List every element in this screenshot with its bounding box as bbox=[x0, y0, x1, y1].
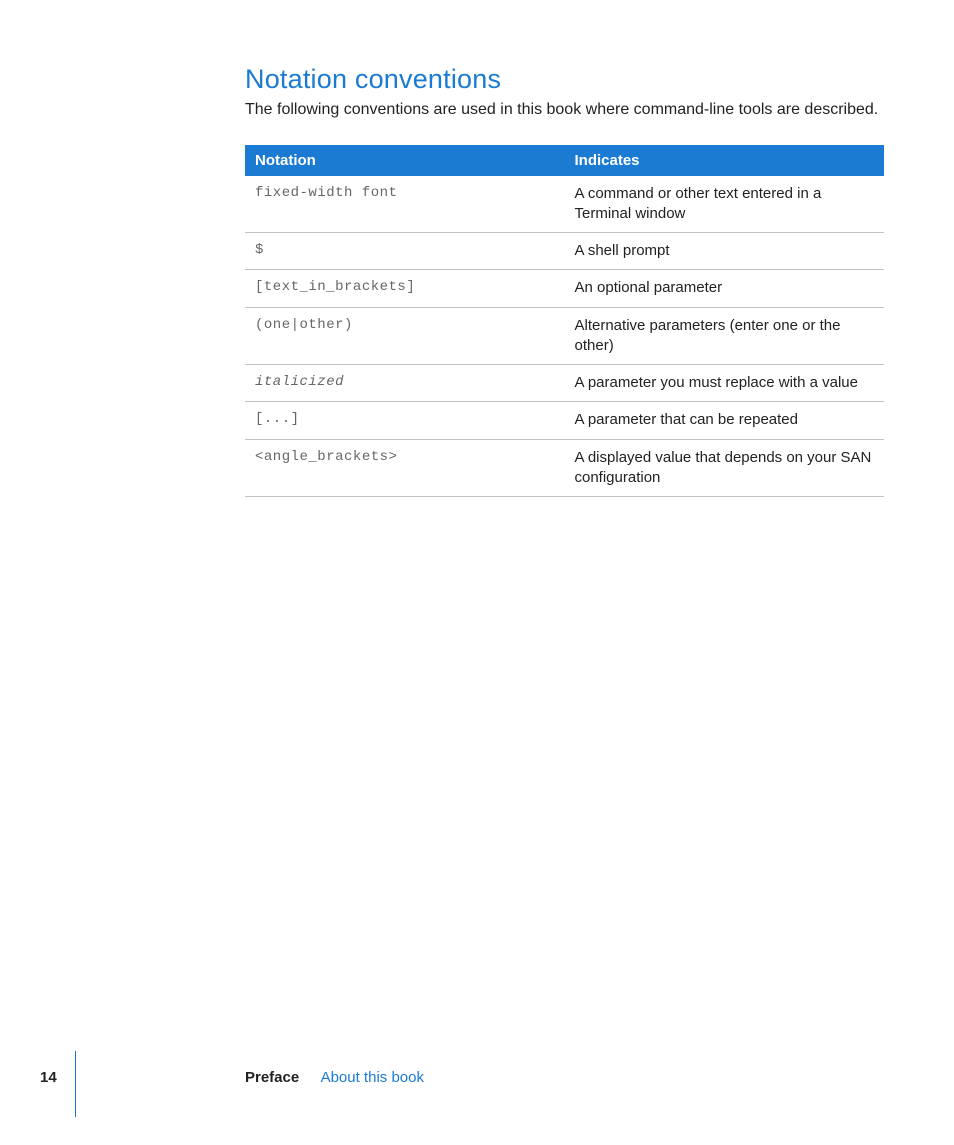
page-content: Notation conventions The following conve… bbox=[0, 0, 954, 497]
cell-indicates: A command or other text entered in a Ter… bbox=[565, 176, 885, 233]
table-row: [text_in_brackets] An optional parameter bbox=[245, 270, 884, 307]
page-number: 14 bbox=[40, 1069, 57, 1086]
page-footer: 14 Preface About this book bbox=[0, 1069, 954, 1099]
cell-indicates: Alternative parameters (enter one or the… bbox=[565, 307, 885, 365]
cell-indicates: An optional parameter bbox=[565, 270, 885, 307]
header-notation: Notation bbox=[245, 145, 565, 176]
cell-notation: [...] bbox=[245, 402, 565, 439]
section-heading: Notation conventions bbox=[245, 64, 884, 95]
footer-divider bbox=[75, 1051, 76, 1117]
footer-preface-label: Preface bbox=[245, 1069, 299, 1086]
cell-notation: $ bbox=[245, 233, 565, 270]
cell-notation: fixed-width font bbox=[245, 176, 565, 233]
header-indicates: Indicates bbox=[565, 145, 885, 176]
table-row: italicized A parameter you must replace … bbox=[245, 365, 884, 402]
footer-about-label: About this book bbox=[321, 1069, 424, 1086]
cell-indicates: A parameter you must replace with a valu… bbox=[565, 365, 885, 402]
cell-indicates: A parameter that can be repeated bbox=[565, 402, 885, 439]
cell-notation: [text_in_brackets] bbox=[245, 270, 565, 307]
notation-table: Notation Indicates fixed-width font A co… bbox=[245, 145, 884, 498]
table-body: fixed-width font A command or other text… bbox=[245, 176, 884, 497]
cell-notation: italicized bbox=[245, 365, 565, 402]
intro-text: The following conventions are used in th… bbox=[245, 99, 884, 121]
table-row: (one|other) Alternative parameters (ente… bbox=[245, 307, 884, 365]
table-row: [...] A parameter that can be repeated bbox=[245, 402, 884, 439]
cell-indicates: A displayed value that depends on your S… bbox=[565, 439, 885, 497]
table-row: $ A shell prompt bbox=[245, 233, 884, 270]
cell-indicates: A shell prompt bbox=[565, 233, 885, 270]
table-row: fixed-width font A command or other text… bbox=[245, 176, 884, 233]
cell-notation: <angle_brackets> bbox=[245, 439, 565, 497]
table-row: <angle_brackets> A displayed value that … bbox=[245, 439, 884, 497]
table-header-row: Notation Indicates bbox=[245, 145, 884, 176]
cell-notation: (one|other) bbox=[245, 307, 565, 365]
footer-text: Preface About this book bbox=[245, 1069, 424, 1086]
